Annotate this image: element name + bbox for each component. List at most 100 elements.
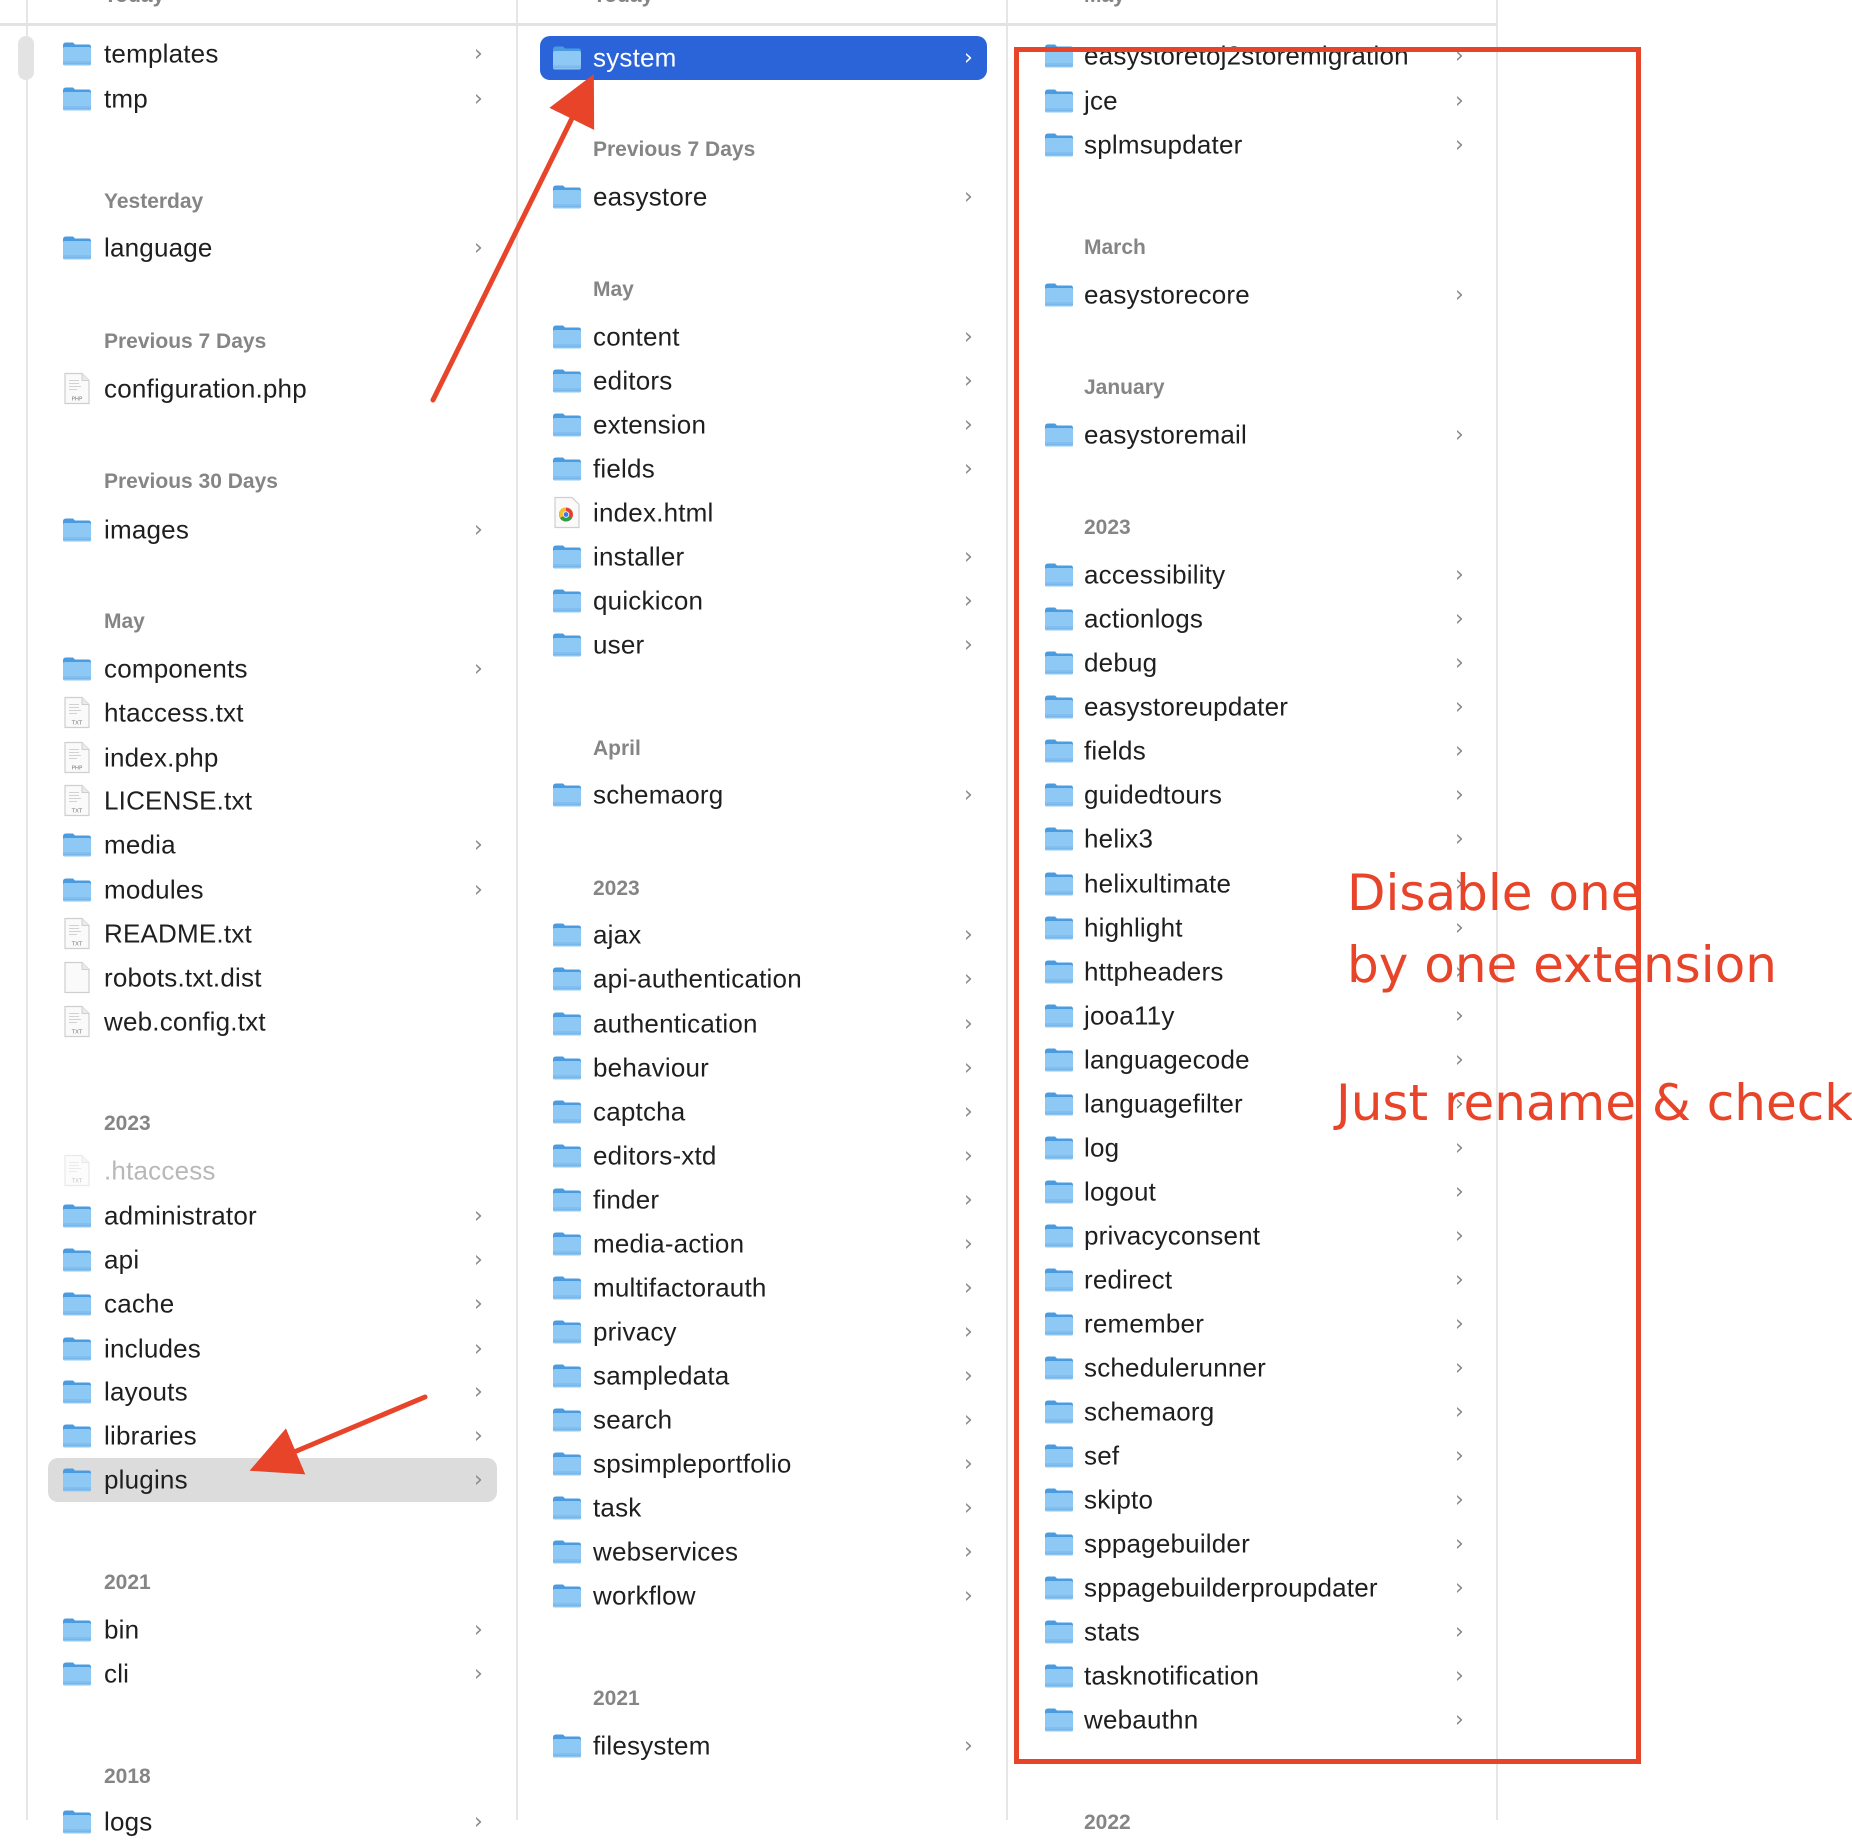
folder-row-webservices[interactable]: webservices › <box>518 1530 1007 1574</box>
folder-row-api[interactable]: api › <box>28 1238 517 1282</box>
chevron-right-icon[interactable]: › <box>474 236 483 261</box>
chevron-right-icon[interactable]: › <box>1455 563 1464 588</box>
folder-row-finder[interactable]: finder › <box>518 1178 1007 1222</box>
folder-row-extension[interactable]: extension › <box>518 403 1007 447</box>
folder-row-languagecode[interactable]: languagecode › <box>1008 1038 1496 1082</box>
chevron-right-icon[interactable]: › <box>1455 916 1464 941</box>
folder-row-easystore[interactable]: easystore › <box>518 175 1007 219</box>
folder-row-sppagebuilderproupdater[interactable]: sppagebuilderproupdater › <box>1008 1566 1496 1610</box>
folder-row-api-authentication[interactable]: api-authentication › <box>518 957 1007 1001</box>
folder-row-search[interactable]: search › <box>518 1398 1007 1442</box>
chevron-right-icon[interactable]: › <box>1455 695 1464 720</box>
file-row-web-config-txt[interactable]: TXT web.config.txt <box>28 1000 517 1044</box>
folder-row-tasknotification[interactable]: tasknotification › <box>1008 1654 1496 1698</box>
chevron-right-icon[interactable]: › <box>1455 1444 1464 1469</box>
folder-row-sef[interactable]: sef › <box>1008 1434 1496 1478</box>
folder-row-fields[interactable]: fields › <box>1008 729 1496 773</box>
chevron-right-icon[interactable]: › <box>964 1012 973 1037</box>
chevron-right-icon[interactable]: › <box>1455 872 1464 897</box>
folder-row-accessibility[interactable]: accessibility › <box>1008 553 1496 597</box>
folder-row-bin[interactable]: bin › <box>28 1608 517 1652</box>
folder-row-editors-xtd[interactable]: editors-xtd › <box>518 1134 1007 1178</box>
folder-row-stats[interactable]: stats › <box>1008 1610 1496 1654</box>
folder-row-cli[interactable]: cli › <box>28 1652 517 1696</box>
chevron-right-icon[interactable]: › <box>964 1232 973 1257</box>
folder-row-captcha[interactable]: captcha › <box>518 1090 1007 1134</box>
folder-row-content[interactable]: content › <box>518 315 1007 359</box>
folder-row-splmsupdater[interactable]: splmsupdater › <box>1008 123 1496 167</box>
folder-row-installer[interactable]: installer › <box>518 535 1007 579</box>
chevron-right-icon[interactable]: › <box>964 1188 973 1213</box>
chevron-right-icon[interactable]: › <box>1455 1708 1464 1733</box>
folder-row-easystorecore[interactable]: easystorecore › <box>1008 273 1496 317</box>
folder-row-logs[interactable]: logs › <box>28 1800 517 1844</box>
folder-row-helixultimate[interactable]: helixultimate › <box>1008 862 1496 906</box>
chevron-right-icon[interactable]: › <box>964 1496 973 1521</box>
chevron-right-icon[interactable]: › <box>1455 960 1464 985</box>
chevron-right-icon[interactable]: › <box>1455 133 1464 158</box>
chevron-right-icon[interactable]: › <box>474 1204 483 1229</box>
folder-row-languagefilter[interactable]: languagefilter › <box>1008 1082 1496 1126</box>
chevron-right-icon[interactable]: › <box>1455 1092 1464 1117</box>
folder-row-user[interactable]: user › <box>518 623 1007 667</box>
chevron-right-icon[interactable]: › <box>1455 651 1464 676</box>
chevron-right-icon[interactable]: › <box>474 518 483 543</box>
folder-row-schemaorg[interactable]: schemaorg › <box>518 773 1007 817</box>
folder-row-quickicon[interactable]: quickicon › <box>518 579 1007 623</box>
chevron-right-icon[interactable]: › <box>1455 1004 1464 1029</box>
folder-row-easystoremail[interactable]: easystoremail › <box>1008 413 1496 457</box>
folder-row-remember[interactable]: remember › <box>1008 1302 1496 1346</box>
folder-row-language[interactable]: language › <box>28 226 517 270</box>
folder-row-logout[interactable]: logout › <box>1008 1170 1496 1214</box>
folder-row-templates[interactable]: templates › <box>28 32 517 76</box>
chevron-right-icon[interactable]: › <box>474 1810 483 1835</box>
chevron-right-icon[interactable]: › <box>1455 283 1464 308</box>
folder-row-privacyconsent[interactable]: privacyconsent › <box>1008 1214 1496 1258</box>
folder-row-components[interactable]: components › <box>28 647 517 691</box>
chevron-right-icon[interactable]: › <box>1455 1620 1464 1645</box>
folder-row-sampledata[interactable]: sampledata › <box>518 1354 1007 1398</box>
chevron-right-icon[interactable]: › <box>964 46 973 71</box>
chevron-right-icon[interactable]: › <box>964 1320 973 1345</box>
column-root[interactable]: Today templates › tmp › Yesterday language › Pr… <box>18 0 517 1837</box>
chevron-right-icon[interactable]: › <box>964 1408 973 1433</box>
folder-row-task[interactable]: task › <box>518 1486 1007 1530</box>
chevron-right-icon[interactable]: › <box>1455 1576 1464 1601</box>
chevron-right-icon[interactable]: › <box>1455 1532 1464 1557</box>
folder-row-easystoreupdater[interactable]: easystoreupdater › <box>1008 685 1496 729</box>
chevron-right-icon[interactable]: › <box>474 87 483 112</box>
chevron-right-icon[interactable]: › <box>1455 1400 1464 1425</box>
chevron-right-icon[interactable]: › <box>964 1364 973 1389</box>
chevron-right-icon[interactable]: › <box>964 457 973 482</box>
chevron-right-icon[interactable]: › <box>1455 1268 1464 1293</box>
folder-row-filesystem[interactable]: filesystem › <box>518 1724 1007 1768</box>
folder-row-workflow[interactable]: workflow › <box>518 1574 1007 1618</box>
chevron-right-icon[interactable]: › <box>474 657 483 682</box>
folder-row-httpheaders[interactable]: httpheaders › <box>1008 950 1496 994</box>
chevron-right-icon[interactable]: › <box>1455 1224 1464 1249</box>
chevron-right-icon[interactable]: › <box>474 1292 483 1317</box>
chevron-right-icon[interactable]: › <box>1455 1312 1464 1337</box>
folder-row-images[interactable]: images › <box>28 508 517 552</box>
folder-row-helix3[interactable]: helix3 › <box>1008 817 1496 861</box>
folder-row-redirect[interactable]: redirect › <box>1008 1258 1496 1302</box>
folder-row-jce[interactable]: jce › <box>1008 79 1496 123</box>
chevron-right-icon[interactable]: › <box>964 1100 973 1125</box>
chevron-right-icon[interactable]: › <box>474 1337 483 1362</box>
chevron-right-icon[interactable]: › <box>1455 739 1464 764</box>
file-row-index-html[interactable]: index.html <box>518 491 1007 535</box>
chevron-right-icon[interactable]: › <box>964 1056 973 1081</box>
file-row-configuration-php[interactable]: PHP configuration.php <box>28 367 517 411</box>
chevron-right-icon[interactable]: › <box>1455 1488 1464 1513</box>
file-row-robots-txt-dist[interactable]: robots.txt.dist <box>28 956 517 1000</box>
folder-row-cache[interactable]: cache › <box>28 1282 517 1326</box>
chevron-right-icon[interactable]: › <box>474 1618 483 1643</box>
chevron-right-icon[interactable]: › <box>1455 1356 1464 1381</box>
chevron-right-icon[interactable]: › <box>474 1662 483 1687</box>
chevron-right-icon[interactable]: › <box>1455 827 1464 852</box>
chevron-right-icon[interactable]: › <box>1455 1048 1464 1073</box>
file-row-htaccess[interactable]: TXT .htaccess <box>28 1149 517 1193</box>
folder-row-log[interactable]: log › <box>1008 1126 1496 1170</box>
chevron-right-icon[interactable]: › <box>474 1248 483 1273</box>
folder-row-plugins[interactable]: plugins › <box>48 1458 497 1502</box>
